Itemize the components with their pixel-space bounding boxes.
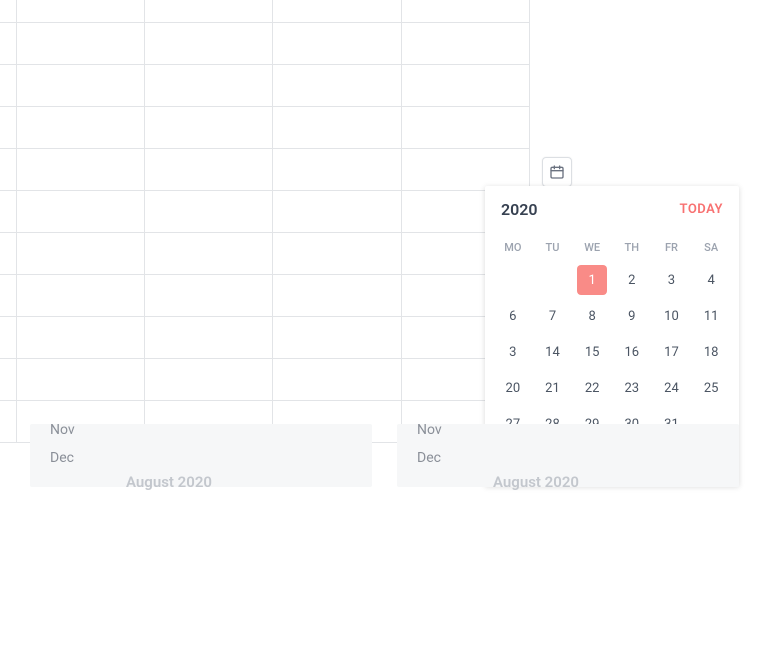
datepicker-day-cell[interactable]: 16 <box>612 334 652 370</box>
weekday-label: SA <box>691 232 731 262</box>
datepicker-today-button[interactable]: TODAY <box>680 202 724 217</box>
month-list-item[interactable]: Nov <box>50 416 75 444</box>
datepicker-day-cell[interactable]: 22 <box>572 370 612 406</box>
background-schedule-grid <box>0 0 530 443</box>
datepicker-title[interactable]: 2020 <box>501 200 680 219</box>
datepicker-day-cell[interactable]: 21 <box>533 370 573 406</box>
month-selector-left: NovDec August 2020 <box>30 424 372 487</box>
datepicker-day-cell[interactable]: 17 <box>652 334 692 370</box>
month-caption: August 2020 <box>493 473 579 491</box>
datepicker-day-cell[interactable]: 2 <box>612 262 652 298</box>
month-list-item[interactable]: Nov <box>417 416 442 444</box>
weekday-label: TH <box>612 232 652 262</box>
weekday-label: MO <box>493 232 533 262</box>
datepicker-day-cell[interactable]: 10 <box>652 298 692 334</box>
datepicker-day-cell[interactable]: 15 <box>572 334 612 370</box>
datepicker-day-cell[interactable]: 11 <box>691 298 731 334</box>
datepicker-day-cell[interactable]: 9 <box>612 298 652 334</box>
datepicker-day-cell[interactable]: 14 <box>533 334 573 370</box>
datepicker-day-cell[interactable]: 18 <box>691 334 731 370</box>
datepicker-day-cell[interactable]: 20 <box>493 370 533 406</box>
calendar-icon <box>549 164 565 180</box>
weekday-label: WE <box>572 232 612 262</box>
weekday-label: FR <box>652 232 692 262</box>
datepicker-day-cell[interactable]: 4 <box>691 262 731 298</box>
datepicker-day-cell[interactable]: 3 <box>652 262 692 298</box>
datepicker-week-row: 202122232425 <box>493 370 731 406</box>
datepicker-day-cell[interactable]: 6 <box>493 298 533 334</box>
month-list-item[interactable]: Dec <box>50 444 75 472</box>
datepicker-day-cell[interactable]: 25 <box>691 370 731 406</box>
datepicker-week-row: 31415161718 <box>493 334 731 370</box>
weekday-label: TU <box>533 232 573 262</box>
datepicker-day-cell <box>493 262 533 298</box>
month-caption: August 2020 <box>126 473 212 491</box>
month-list-item[interactable]: Dec <box>417 444 442 472</box>
datepicker-day-cell[interactable]: 23 <box>612 370 652 406</box>
open-datepicker-button[interactable] <box>542 157 572 187</box>
datepicker-day-cell[interactable]: 7 <box>533 298 573 334</box>
datepicker-week-row: 1234 <box>493 262 731 298</box>
datepicker-day-cell[interactable]: 8 <box>572 298 612 334</box>
datepicker-day-cell <box>533 262 573 298</box>
datepicker-day-cell[interactable]: 24 <box>652 370 692 406</box>
datepicker-weekday-row: MO TU WE TH FR SA <box>493 232 731 262</box>
datepicker-day-cell[interactable]: 1 <box>572 262 612 298</box>
month-selector-right: NovDec August 2020 <box>397 424 739 487</box>
datepicker-grid: MO TU WE TH FR SA 1234678910113141516171… <box>493 232 731 442</box>
datepicker-day-cell[interactable]: 3 <box>493 334 533 370</box>
datepicker-week-row: 67891011 <box>493 298 731 334</box>
